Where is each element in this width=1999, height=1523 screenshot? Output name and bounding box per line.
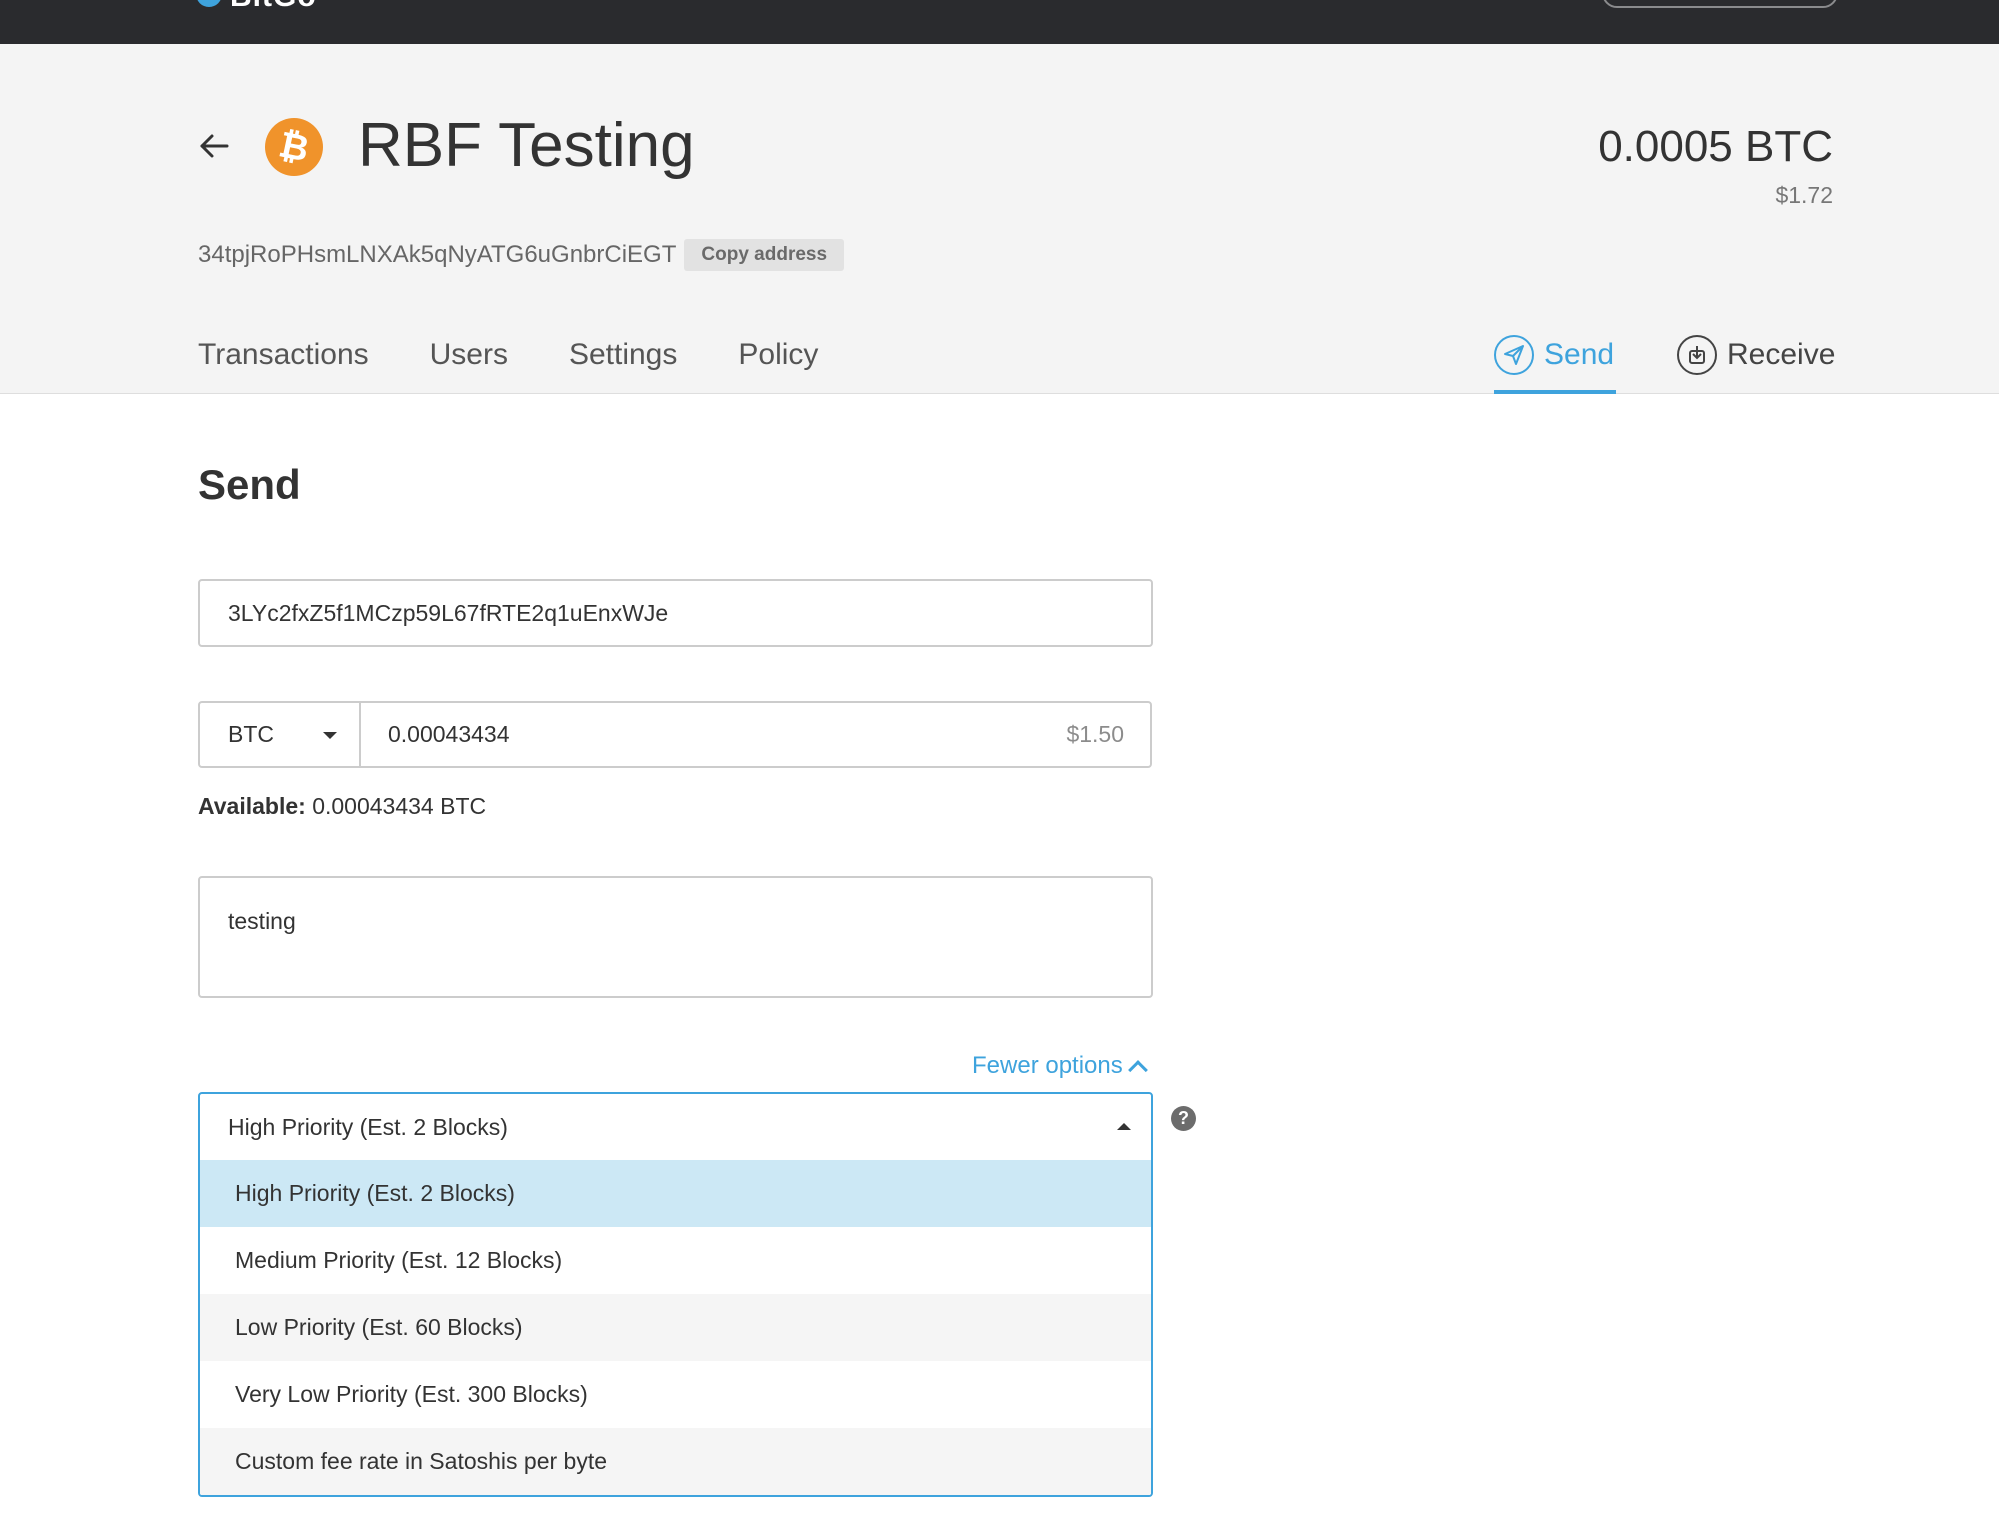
available-balance: Available: 0.00043434 BTC [198, 793, 486, 820]
recipient-address-input[interactable]: 3LYc2fxZ5f1MCzp59L67fRTE2q1uEnxWJe [198, 579, 1153, 647]
wallet-header: ₿ RBF Testing 0.0005 BTC $1.72 34tpjRoPH… [0, 44, 1999, 394]
tab-policy[interactable]: Policy [738, 324, 818, 394]
shield-logo-icon [196, 0, 222, 7]
wallet-tabs: Transactions Users Settings Policy [198, 324, 879, 394]
currency-select[interactable]: BTC [198, 701, 361, 768]
copy-address-button[interactable]: Copy address [684, 239, 845, 271]
send-section-title: Send [198, 461, 301, 508]
memo-textarea[interactable]: testing [198, 876, 1153, 998]
fee-option-low[interactable]: Low Priority (Est. 60 Blocks) [200, 1294, 1151, 1361]
bitcoin-icon: ₿ [259, 112, 329, 182]
available-label: Available: [198, 793, 306, 819]
fee-selected-label: High Priority (Est. 2 Blocks) [228, 1114, 508, 1140]
tab-users[interactable]: Users [430, 324, 508, 394]
currency-value: BTC [228, 721, 274, 747]
fee-option-very-low[interactable]: Very Low Priority (Est. 300 Blocks) [200, 1361, 1151, 1428]
available-value: 0.00043434 BTC [312, 793, 487, 819]
account-menu-button[interactable] [1602, 0, 1838, 8]
caret-up-icon [1117, 1123, 1131, 1130]
back-arrow-icon[interactable] [196, 128, 232, 164]
fee-option-high[interactable]: High Priority (Est. 2 Blocks) [200, 1160, 1151, 1227]
receive-tab-label: Receive [1727, 338, 1836, 371]
bitgo-logo[interactable]: BitGo [196, 0, 317, 13]
tab-settings[interactable]: Settings [569, 324, 677, 394]
wallet-address-row: 34tpjRoPHsmLNXAk5qNyATG6uGnbrCiEGT Copy … [198, 239, 845, 271]
tab-transactions[interactable]: Transactions [198, 324, 369, 394]
wallet-title: RBF Testing [358, 111, 695, 180]
fewer-options-toggle[interactable]: Fewer options [972, 1052, 1148, 1080]
receive-tab[interactable]: Receive [1677, 324, 1835, 394]
help-icon[interactable]: ? [1171, 1106, 1196, 1131]
fewer-options-label: Fewer options [972, 1052, 1123, 1079]
amount-input[interactable]: 0.00043434 $1.50 [359, 701, 1152, 768]
wallet-address: 34tpjRoPHsmLNXAk5qNyATG6uGnbrCiEGT [198, 241, 677, 268]
fee-priority-dropdown[interactable]: High Priority (Est. 2 Blocks) High Prior… [198, 1092, 1153, 1497]
brand-name: BitGo [230, 0, 317, 14]
download-icon [1677, 335, 1717, 375]
chevron-up-icon [1127, 1060, 1148, 1080]
wallet-balance-btc: 0.0005 BTC [1598, 122, 1833, 171]
fee-option-custom[interactable]: Custom fee rate in Satoshis per byte [200, 1428, 1151, 1495]
paper-plane-icon [1494, 335, 1534, 375]
send-tab[interactable]: Send [1494, 324, 1616, 394]
caret-down-icon [323, 732, 337, 739]
fee-option-medium[interactable]: Medium Priority (Est. 12 Blocks) [200, 1227, 1151, 1294]
send-tab-label: Send [1544, 338, 1615, 371]
amount-usd-equivalent: $1.50 [1066, 721, 1124, 747]
amount-value: 0.00043434 [388, 721, 510, 747]
wallet-balance-usd: $1.72 [1775, 182, 1833, 208]
fee-selected-value[interactable]: High Priority (Est. 2 Blocks) [200, 1094, 1151, 1160]
top-navigation-bar: BitGo [0, 0, 1999, 44]
